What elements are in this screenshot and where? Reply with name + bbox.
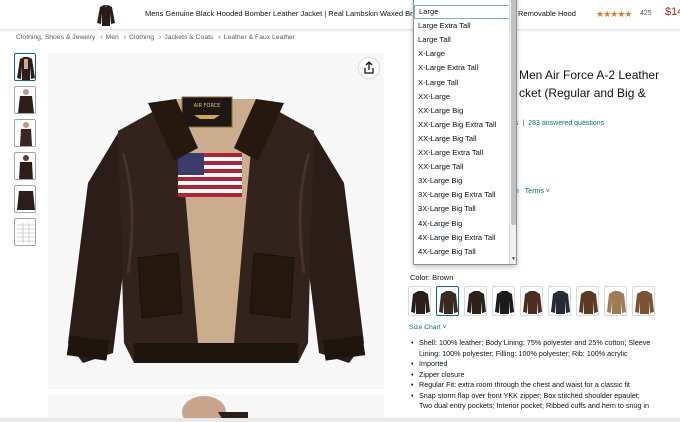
flag-lining [178,153,242,197]
size-option[interactable]: XX-Large Big [414,104,510,118]
header-rating-count[interactable]: 425 [640,10,652,17]
patch-label: AIR FORCE [194,103,221,109]
feature-bullet: Snap storm flap over front YKK zipper; B… [410,391,680,402]
share-icon [364,61,374,74]
size-option[interactable]: XX-Large Big Tall [414,132,510,146]
breadcrumb: Clothing, Shoes & Jewelry › Men › Clothing › J… [16,34,297,41]
breadcrumb-item[interactable]: Jackets & Coats [164,34,213,41]
size-option[interactable]: 3X-Large Big [414,174,510,188]
thumbnail-model-side[interactable] [14,119,36,147]
thumbnail-size-chart[interactable] [14,218,36,246]
breadcrumb-item[interactable]: Leather & Faux Leather [224,34,295,41]
header-product-thumbnail[interactable] [96,3,116,27]
sticky-header: Mens Genuine Black Hooded Bomber Leather… [0,0,680,30]
size-option[interactable]: 4X-Large Big Extra Tall [414,231,510,245]
feature-bullet: Shell: 100% leather; Body Lining: 75% po… [410,338,680,349]
feature-bullets: Shell: 100% leather; Body Lining: 75% po… [410,338,680,412]
color-swatch[interactable] [436,286,459,316]
color-label-value: Brown [432,273,454,282]
feature-bullet: Zipper closure [410,370,680,381]
product-title-line: cket (Regular and Big & [519,86,646,100]
feature-bullet: Regular Fit: extra room through the ches… [410,380,680,391]
size-option[interactable]: X-Large [414,47,510,61]
header-star-rating[interactable]: ★★★★★ [596,9,632,20]
thumbnail-back[interactable] [14,185,36,213]
share-button[interactable] [359,58,379,78]
header-product-title-tail[interactable]: Removable Hood [518,9,576,18]
color-swatch[interactable] [464,286,487,316]
size-chart-link[interactable]: Size Chart ˅ [409,324,447,331]
size-option[interactable]: 4X-Large Big [414,217,510,231]
breadcrumb-item[interactable]: Clothing [129,34,154,41]
size-option[interactable]: Large [414,5,510,20]
size-option[interactable]: 3X-Large Big Extra Tall [414,188,510,202]
ratings-row: gs|283 answered questions [511,120,604,127]
color-swatch[interactable] [408,286,431,316]
size-option[interactable]: Large Tall [414,33,510,47]
header-product-title[interactable]: Mens Genuine Black Hooded Bomber Leather… [145,9,415,18]
size-option[interactable]: XX-Large Big Extra Tall [414,118,510,132]
scrollbar-thumb[interactable] [511,0,516,225]
feature-bullet: Imported [410,359,680,370]
size-dropdown-list[interactable]: Medium TallLargeLarge Extra TallLarge Ta… [413,0,517,265]
breadcrumb-separator: › [123,34,127,41]
feature-bullet: Lining: 100% polyester; Filling: 100% po… [419,348,628,358]
main-product-image[interactable]: AIR FORCE [48,53,384,389]
breadcrumb-separator: › [218,34,221,41]
color-swatch[interactable] [632,286,655,316]
thumbnail-model-front[interactable] [14,86,36,114]
color-label: Color: Brown [410,273,453,282]
scroll-down-arrow-icon[interactable]: ▼ [510,256,516,262]
answered-questions-link[interactable]: 283 answered questions [528,120,604,127]
size-option[interactable]: XX-Large Tall [414,160,510,174]
feature-bullet: Two dual entry pockets; Interior pocket;… [419,401,649,410]
size-option[interactable]: 4X-Large Big Tall [414,245,510,259]
breadcrumb-separator: › [100,34,103,41]
color-swatch[interactable] [492,286,515,316]
size-option[interactable]: 3X-Large Big Tall [414,202,510,216]
header-price: $14 [665,6,680,18]
color-swatch[interactable] [520,286,543,316]
terms-link[interactable]: Terms ˅ [525,188,550,195]
page-bottom-border [0,418,680,422]
breadcrumb-separator: › [159,34,162,41]
thumbnail-front[interactable] [14,53,36,81]
size-options: Medium TallLargeLarge Extra TallLarge Ta… [414,0,510,259]
dropdown-scrollbar[interactable]: ▼ [509,0,516,264]
size-option[interactable]: XX-Large [414,90,510,104]
color-swatch[interactable] [604,286,627,316]
size-option[interactable]: Large Extra Tall [414,19,510,33]
color-swatch[interactable] [548,286,571,316]
leather-jacket-image: AIR FORCE [66,96,366,363]
color-label-key: Color: [410,273,431,282]
product-title-line: Men Air Force A-2 Leather [519,68,660,82]
thumbnail-model-back[interactable] [14,152,36,180]
size-option[interactable]: X-Large Tall [414,76,510,90]
size-option[interactable]: X-Large Extra Tall [414,61,510,75]
breadcrumb-item[interactable]: Clothing, Shoes & Jewelry [16,34,95,41]
product-title: Men Air Force A-2 Leather cket (Regular … [519,66,680,102]
breadcrumb-item[interactable]: Men [106,34,119,41]
image-thumbnail-strip [14,53,36,251]
color-swatch[interactable] [576,286,599,316]
size-option[interactable]: XX-Large Extra Tall [414,146,510,160]
